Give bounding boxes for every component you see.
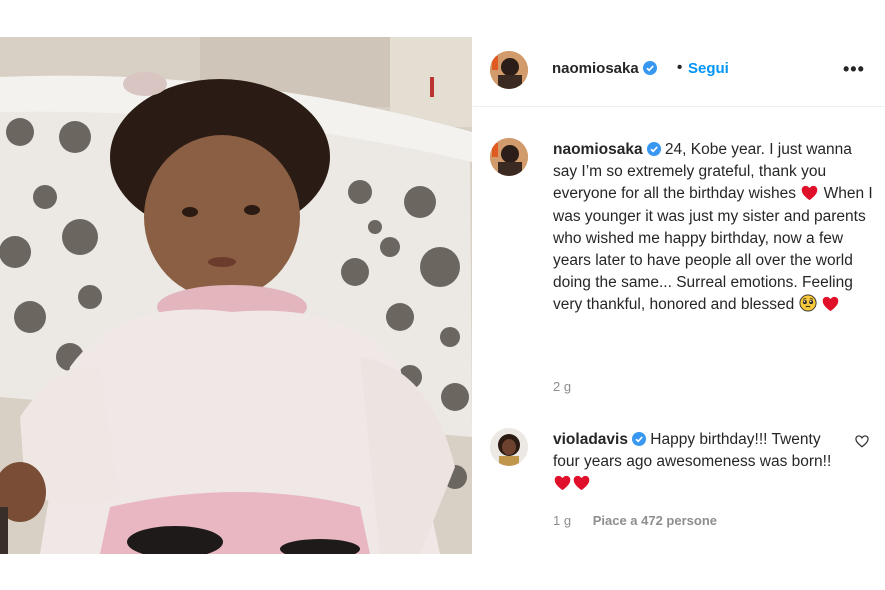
post-timestamp[interactable]: 2 g xyxy=(553,379,571,394)
baby-photo-illustration xyxy=(0,37,472,554)
comment-likes[interactable]: Piace a 472 persone xyxy=(593,513,717,528)
author-avatar[interactable] xyxy=(490,51,528,89)
caption-username[interactable]: naomiosaka xyxy=(553,141,643,158)
separator-dot: • xyxy=(677,59,683,76)
caption-text-part-2: When I was younger it was just my sister… xyxy=(553,185,873,314)
follow-button[interactable]: Segui xyxy=(688,60,729,77)
author-username[interactable]: naomiosaka xyxy=(552,60,657,77)
comment-meta: 1 g Piace a 472 persone xyxy=(553,513,717,528)
more-options-icon[interactable]: ••• xyxy=(843,59,865,80)
red-heart-emoji xyxy=(554,476,571,491)
heart-outline-icon[interactable] xyxy=(855,435,869,448)
post-header: naomiosaka • Segui ••• xyxy=(473,37,885,107)
pleading-face-emoji xyxy=(799,294,817,312)
caption-author-avatar[interactable] xyxy=(490,138,528,176)
verified-badge-icon xyxy=(642,61,657,75)
post-photo[interactable] xyxy=(0,37,472,554)
red-heart-emoji xyxy=(801,186,818,201)
verified-badge-icon xyxy=(631,432,646,446)
red-heart-emoji xyxy=(573,476,590,491)
commenter-avatar[interactable] xyxy=(490,428,528,466)
red-heart-emoji xyxy=(822,297,839,312)
comment-timestamp: 1 g xyxy=(553,513,572,528)
post-caption: naomiosaka 24, Kobe year. I just wanna s… xyxy=(553,139,873,317)
verified-badge-icon xyxy=(646,142,661,156)
post-details-panel: naomiosaka • Segui ••• naomiosaka 24, Ko… xyxy=(473,37,885,554)
comment-username[interactable]: violadavis xyxy=(553,431,628,448)
comment: violadavis Happy birthday!!! Twenty four… xyxy=(553,429,843,496)
